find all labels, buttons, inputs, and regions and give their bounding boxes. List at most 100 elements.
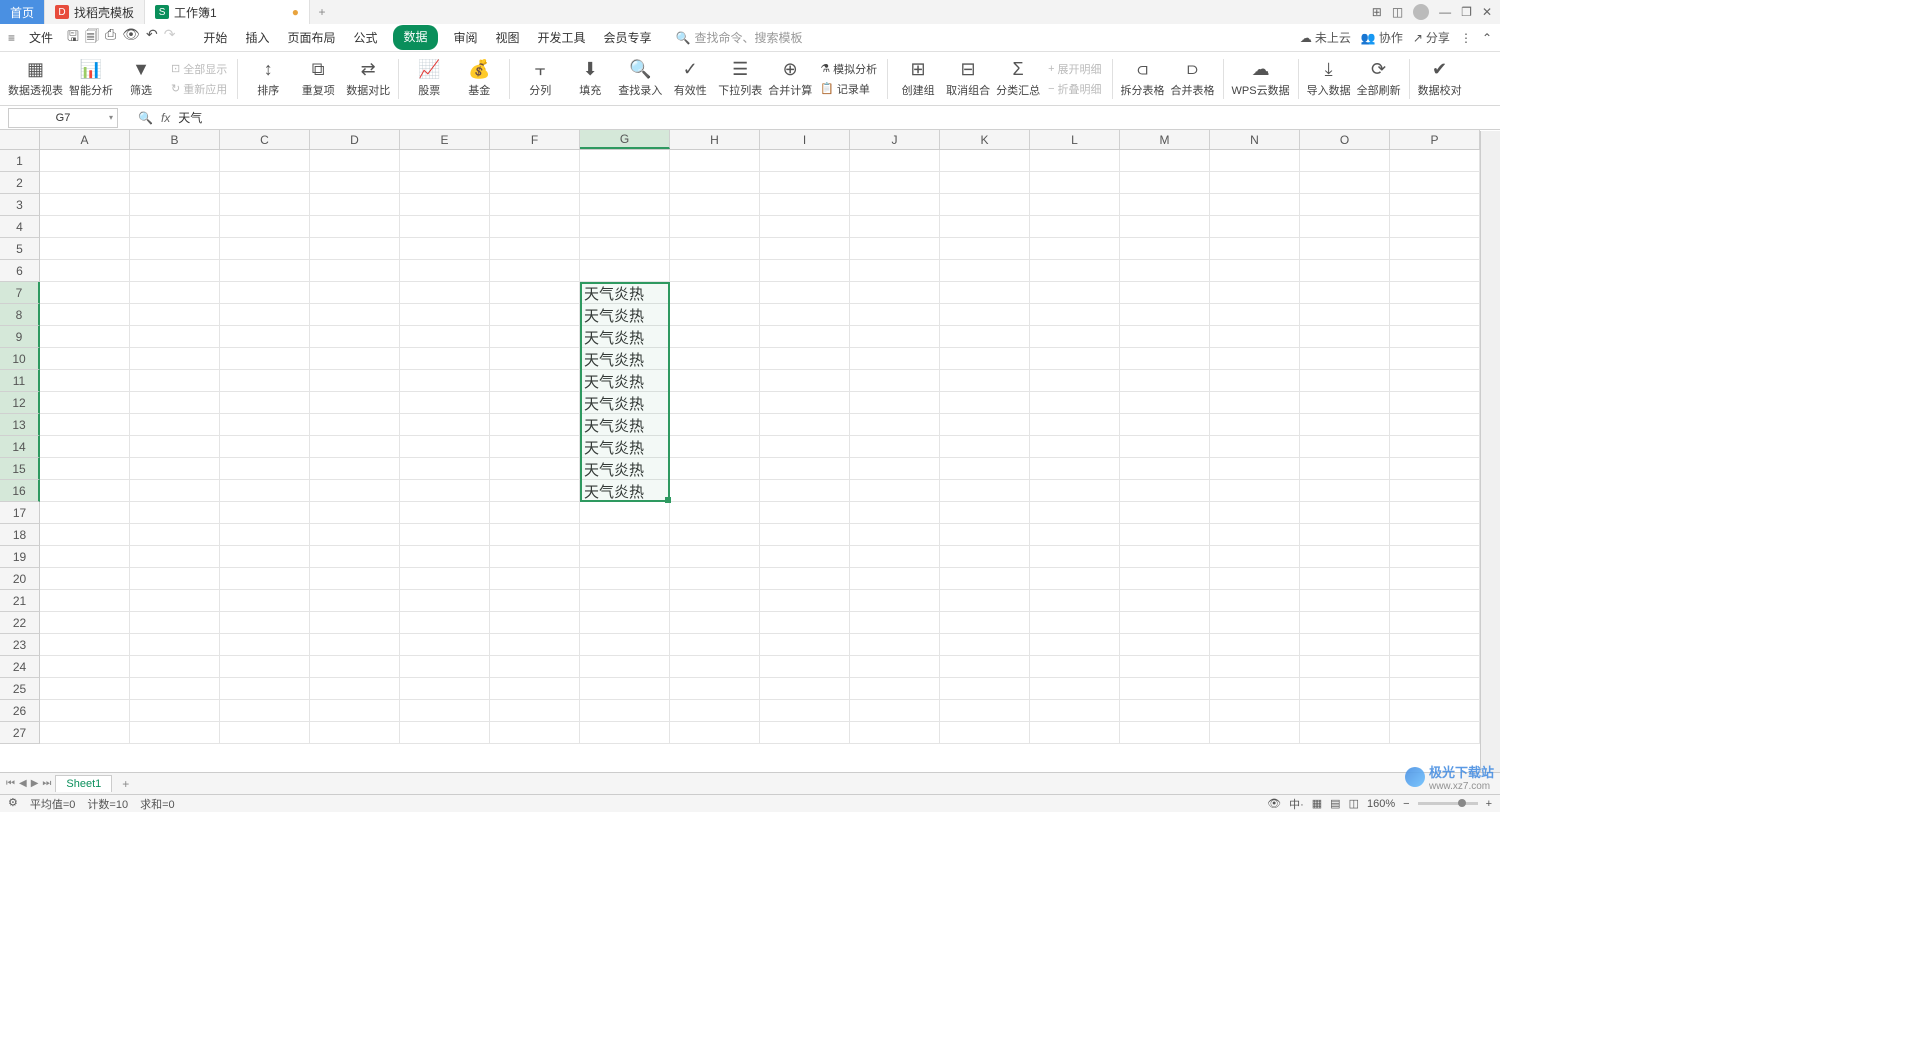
row-header-7[interactable]: 7	[0, 282, 40, 304]
row-header-8[interactable]: 8	[0, 304, 40, 326]
tab-formula[interactable]: 公式	[351, 25, 379, 50]
command-search[interactable]: 🔍 查找命令、搜索模板	[676, 29, 803, 46]
row-header-20[interactable]: 20	[0, 568, 40, 590]
fill-button[interactable]: ⬇填充	[568, 54, 612, 104]
eye-icon[interactable]: 👁	[1267, 797, 1281, 810]
formula-input[interactable]: 天气	[170, 109, 1500, 126]
split-table-button[interactable]: ⫏拆分表格	[1121, 54, 1165, 104]
dup-button[interactable]: ⧉重复项	[296, 54, 340, 104]
tab-add[interactable]: +	[310, 0, 334, 24]
pivot-button[interactable]: ▦数据透视表	[8, 54, 63, 104]
row-header-17[interactable]: 17	[0, 502, 40, 524]
zoom-in-icon[interactable]: +	[1486, 798, 1492, 810]
cell-G16[interactable]: 天气炎热	[580, 480, 670, 502]
row-header-18[interactable]: 18	[0, 524, 40, 546]
zoom-value[interactable]: 160%	[1367, 798, 1395, 810]
maximize-button[interactable]: ❐	[1461, 5, 1472, 19]
row-header-1[interactable]: 1	[0, 150, 40, 172]
cell-G15[interactable]: 天气炎热	[580, 458, 670, 480]
cell-G12[interactable]: 天气炎热	[580, 392, 670, 414]
col-header-E[interactable]: E	[400, 130, 490, 149]
group-button[interactable]: ⊞创建组	[896, 54, 940, 104]
sheet-next-icon[interactable]: ▶	[31, 778, 39, 789]
row-header-9[interactable]: 9	[0, 326, 40, 348]
valid-button[interactable]: ✓有效性	[668, 54, 712, 104]
row-header-24[interactable]: 24	[0, 656, 40, 678]
view-break-icon[interactable]: ◫	[1349, 797, 1359, 810]
sheet-first-icon[interactable]: ⏮	[6, 778, 15, 789]
tab-review[interactable]: 审阅	[452, 25, 480, 50]
row-header-4[interactable]: 4	[0, 216, 40, 238]
col-header-I[interactable]: I	[760, 130, 850, 149]
col-header-H[interactable]: H	[670, 130, 760, 149]
record-button[interactable]: 📋记录单	[818, 80, 879, 98]
row-header-21[interactable]: 21	[0, 590, 40, 612]
preview-icon[interactable]: 👁	[122, 26, 140, 50]
compare-button[interactable]: ⇄数据对比	[346, 54, 390, 104]
cell-G11[interactable]: 天气炎热	[580, 370, 670, 392]
import-button[interactable]: ⤓导入数据	[1307, 54, 1351, 104]
tab-data[interactable]: 数据	[393, 25, 437, 50]
col-header-O[interactable]: O	[1300, 130, 1390, 149]
row-header-27[interactable]: 27	[0, 722, 40, 744]
refresh-button[interactable]: ⟳全部刷新	[1357, 54, 1401, 104]
tab-dev[interactable]: 开发工具	[536, 25, 588, 50]
row-header-15[interactable]: 15	[0, 458, 40, 480]
ungroup-button[interactable]: ⊟取消组合	[946, 54, 990, 104]
row-header-14[interactable]: 14	[0, 436, 40, 458]
cell-G8[interactable]: 天气炎热	[580, 304, 670, 326]
tab-workbook[interactable]: S 工作簿1 ●	[145, 0, 310, 24]
zoom-slider[interactable]	[1418, 802, 1478, 805]
tab-home[interactable]: 首页	[0, 0, 45, 24]
reapply-button[interactable]: ↻重新应用	[169, 80, 229, 98]
col-header-K[interactable]: K	[940, 130, 1030, 149]
row-header-19[interactable]: 19	[0, 546, 40, 568]
stock-button[interactable]: 📈股票	[407, 54, 451, 104]
tab-vip[interactable]: 会员专享	[602, 25, 654, 50]
cell-G7[interactable]: 天气炎热	[580, 282, 670, 304]
consol-button[interactable]: ⊕合并计算	[768, 54, 812, 104]
close-button[interactable]: ✕	[1482, 5, 1492, 19]
zoom-out-icon[interactable]: −	[1403, 798, 1409, 810]
row-header-5[interactable]: 5	[0, 238, 40, 260]
redo-icon[interactable]: ↷	[164, 26, 176, 50]
sheet-last-icon[interactable]: ⏭	[42, 778, 51, 789]
save-icon[interactable]: 🖫	[67, 26, 79, 50]
col-header-N[interactable]: N	[1210, 130, 1300, 149]
cancel-fx-icon[interactable]: 🔍	[138, 111, 153, 125]
expand-button[interactable]: +展开明细	[1046, 60, 1103, 78]
fx-icon[interactable]: fx	[161, 111, 170, 125]
row-header-25[interactable]: 25	[0, 678, 40, 700]
filter-button[interactable]: ▼筛选	[119, 54, 163, 104]
open-icon[interactable]: 🗐	[85, 26, 99, 50]
collapse-button[interactable]: −折叠明细	[1046, 80, 1103, 98]
user-avatar[interactable]	[1413, 4, 1429, 20]
simu-button[interactable]: ⚗模拟分析	[818, 60, 879, 78]
add-sheet-button[interactable]: +	[116, 777, 135, 791]
print-icon[interactable]: ⎙	[105, 26, 116, 50]
row-header-11[interactable]: 11	[0, 370, 40, 392]
col-header-C[interactable]: C	[220, 130, 310, 149]
spreadsheet-grid[interactable]: ABCDEFGHIJKLMNOP123456789101112131415161…	[0, 130, 1500, 744]
view-normal-icon[interactable]: ▦	[1312, 797, 1322, 810]
cell-G14[interactable]: 天气炎热	[580, 436, 670, 458]
wpscloud-button[interactable]: ☁WPS云数据	[1232, 54, 1290, 104]
minimize-button[interactable]: —	[1439, 5, 1451, 19]
cloud-status[interactable]: ☁未上云	[1300, 29, 1351, 46]
name-box[interactable]: G7	[8, 108, 118, 128]
undo-icon[interactable]: ↶	[146, 26, 158, 50]
coop-button[interactable]: 👥协作	[1361, 29, 1403, 46]
apps-icon[interactable]: ◫	[1392, 5, 1403, 19]
col-header-G[interactable]: G	[580, 130, 670, 149]
row-header-22[interactable]: 22	[0, 612, 40, 634]
row-header-23[interactable]: 23	[0, 634, 40, 656]
row-header-6[interactable]: 6	[0, 260, 40, 282]
cell-G13[interactable]: 天气炎热	[580, 414, 670, 436]
cell-G10[interactable]: 天气炎热	[580, 348, 670, 370]
dropdown-button[interactable]: ☰下拉列表	[718, 54, 762, 104]
row-header-13[interactable]: 13	[0, 414, 40, 436]
settings-icon[interactable]: ⚙	[8, 796, 18, 812]
row-header-3[interactable]: 3	[0, 194, 40, 216]
tab-insert[interactable]: 插入	[243, 25, 271, 50]
col-header-M[interactable]: M	[1120, 130, 1210, 149]
